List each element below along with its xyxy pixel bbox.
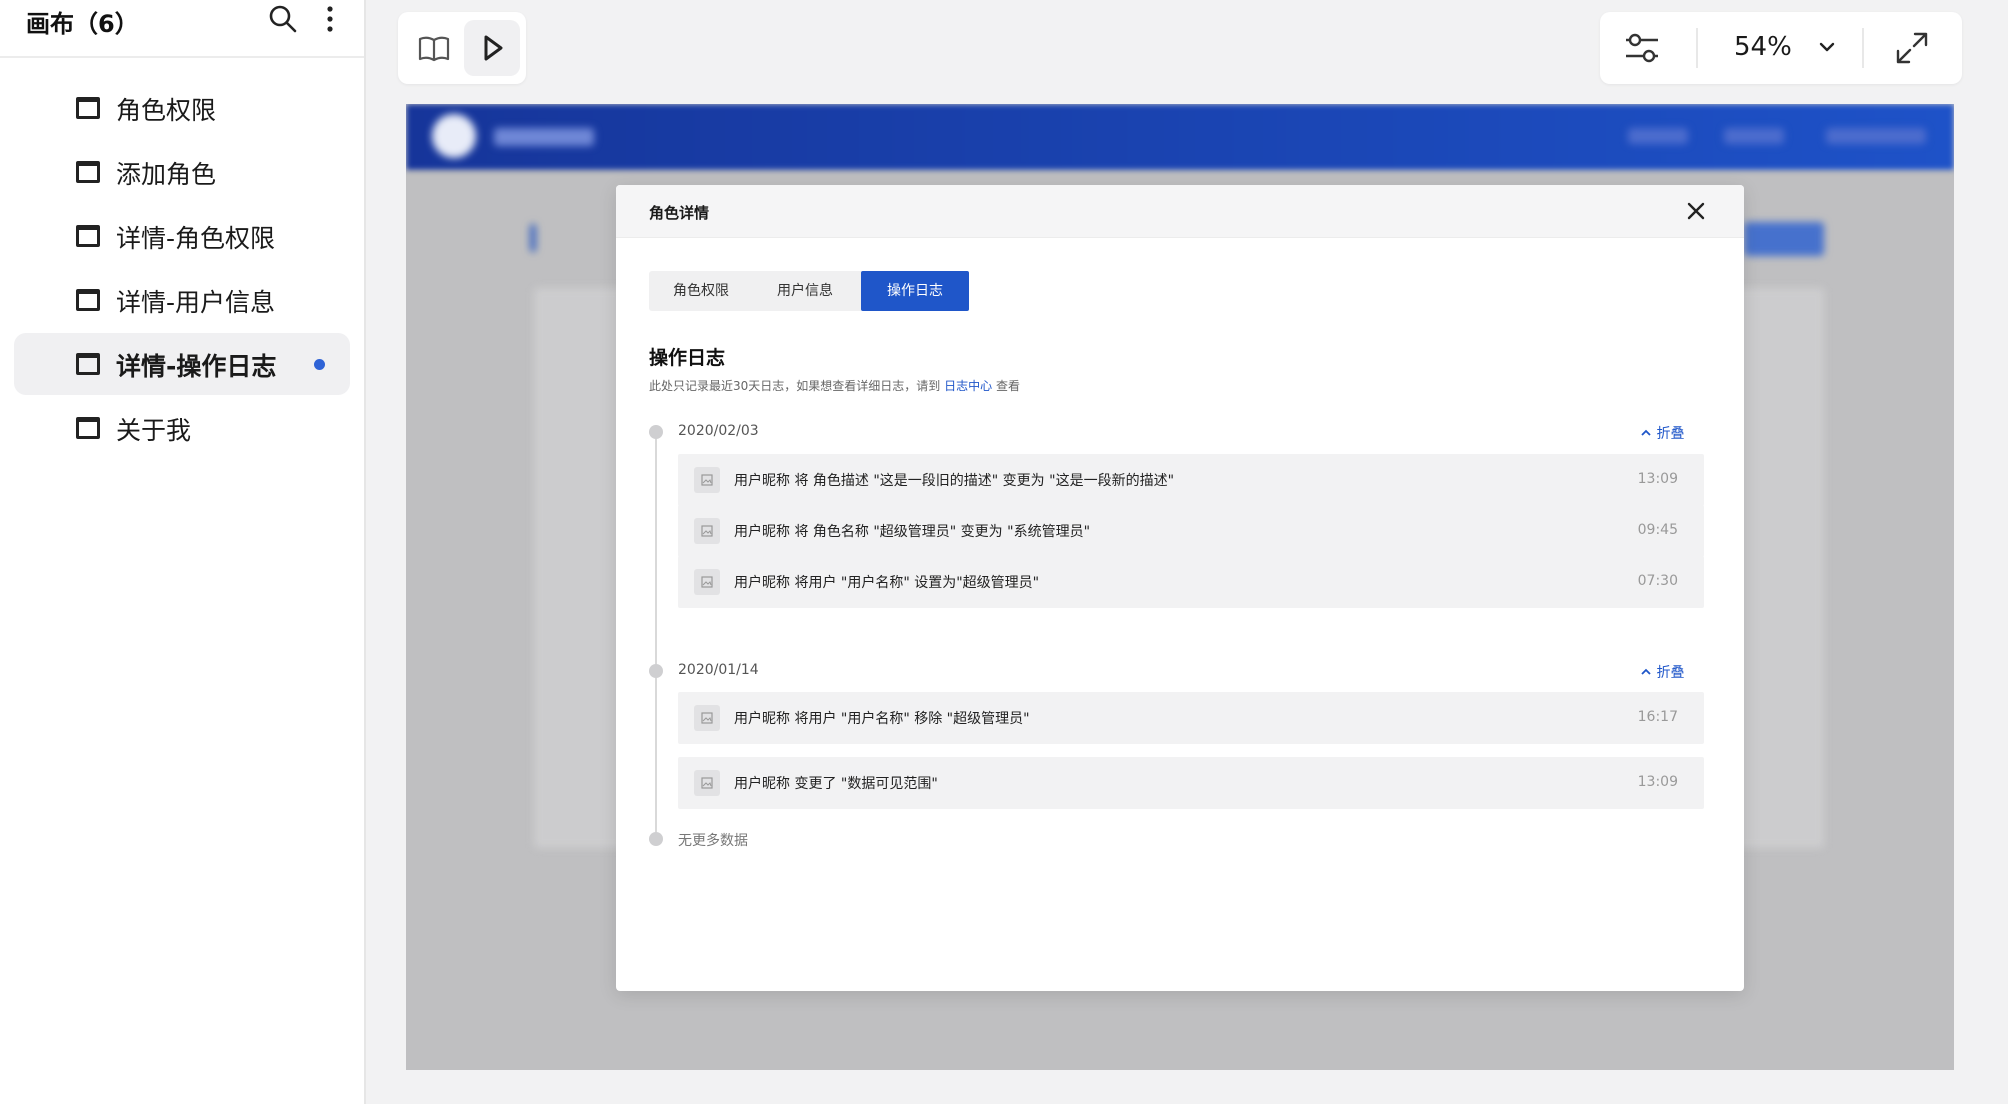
log-entry-text: 用户昵称 将 角色名称 "超级管理员" 变更为 "系统管理员" [734, 524, 1091, 540]
play-button[interactable] [464, 20, 520, 76]
chevron-up-icon [1641, 668, 1651, 675]
canvas-item-role-permissions[interactable]: 角色权限 [14, 77, 350, 139]
frame-icon [76, 353, 100, 375]
section-description: 此处只记录最近30天日志，如果想查看详细日志，请到 日志中心 查看 [649, 377, 1020, 394]
more-vertical-icon[interactable] [318, 2, 342, 36]
preview-toolbar-left [398, 12, 526, 84]
log-entry-text: 用户昵称 将 角色描述 "这是一段旧的描述" 变更为 "这是一段新的描述" [734, 473, 1175, 489]
canvas-item-label: 角色权限 [116, 96, 217, 125]
canvas-sidebar: 画布（6） 角色权限 添加角色 详情-角色权限 详情-用户信息 详情-操作日志 … [0, 0, 366, 1104]
frame-icon [76, 289, 100, 311]
timeline-dot [649, 664, 663, 678]
section-title: 操作日志 [649, 347, 726, 369]
log-entry: 用户昵称 将 角色名称 "超级管理员" 变更为 "系统管理员" 09:45 [678, 505, 1704, 557]
frame-icon [76, 161, 100, 183]
canvas-item-detail-user-info[interactable]: 详情-用户信息 [14, 269, 350, 331]
role-detail-modal: 角色详情 角色权限 用户信息 操作日志 操作日志 此处只记录最近30天日志，如果… [616, 185, 1744, 991]
no-more-data-label: 无更多数据 [678, 833, 748, 849]
play-icon [484, 35, 503, 61]
search-icon[interactable] [266, 2, 300, 36]
image-icon [694, 518, 720, 544]
book-icon[interactable] [412, 26, 456, 70]
log-entry-text: 用户昵称 将用户 "用户名称" 移除 "超级管理员" [734, 711, 1030, 727]
image-icon [694, 467, 720, 493]
collapse-label: 折叠 [1656, 426, 1685, 442]
preview-toolbar-right: 54% [1600, 12, 1962, 84]
tab-operation-log[interactable]: 操作日志 [861, 271, 969, 311]
timeline-line [655, 425, 657, 843]
collapse-toggle[interactable]: 折叠 [1640, 423, 1684, 443]
modal-header: 角色详情 [616, 185, 1744, 238]
log-center-link[interactable]: 日志中心 [944, 379, 992, 393]
canvas-item-label: 详情-角色权限 [116, 224, 276, 253]
modal-title: 角色详情 [649, 204, 710, 222]
log-entry: 用户昵称 将 角色描述 "这是一段旧的描述" 变更为 "这是一段新的描述" 13… [678, 454, 1704, 506]
canvas-item-label: 关于我 [116, 416, 192, 445]
zoom-select[interactable]: 54% [1702, 30, 1842, 66]
toolbar-divider [1862, 28, 1864, 68]
zoom-value: 54% [1734, 32, 1792, 62]
frame-icon [76, 417, 100, 439]
blurred-header-item [1826, 128, 1926, 144]
blurred-header-item [1724, 128, 1784, 144]
tab-user-info[interactable]: 用户信息 [753, 271, 857, 311]
canvas-item-label: 详情-操作日志 [116, 352, 277, 381]
canvas-item-label: 详情-用户信息 [116, 288, 276, 317]
log-entry-text: 用户昵称 变更了 "数据可见范围" [734, 776, 938, 792]
description-text: 查看 [995, 379, 1020, 393]
canvas-item-detail-role-permissions[interactable]: 详情-角色权限 [14, 205, 350, 267]
collapse-label: 折叠 [1656, 665, 1685, 681]
blurred-app-title [494, 128, 594, 146]
canvas-item-label: 添加角色 [116, 160, 217, 189]
log-entry-time: 09:45 [1637, 522, 1678, 538]
blurred-header-item [1628, 128, 1688, 144]
frame-icon [76, 97, 100, 119]
log-entry: 用户昵称 变更了 "数据可见范围" 13:09 [678, 757, 1704, 809]
tab-role-permissions[interactable]: 角色权限 [649, 271, 753, 311]
timeline-dot [649, 425, 663, 439]
detail-tabs: 角色权限 用户信息 操作日志 [649, 271, 969, 311]
fullscreen-icon[interactable] [1892, 28, 1932, 68]
image-icon [694, 569, 720, 595]
blurred-logo [432, 114, 476, 158]
toolbar-divider [1696, 28, 1698, 68]
image-icon [694, 705, 720, 731]
timeline-dot [649, 832, 663, 846]
log-entry-time: 13:09 [1637, 471, 1678, 487]
log-entry-text: 用户昵称 将用户 "用户名称" 设置为"超级管理员" [734, 575, 1040, 591]
frame-icon [76, 225, 100, 247]
timeline-date: 2020/01/14 [678, 662, 759, 678]
canvas-item-detail-operation-log[interactable]: 详情-操作日志 [14, 333, 350, 395]
current-indicator-dot [314, 359, 325, 370]
chevron-down-icon [1816, 36, 1838, 58]
canvas-item-add-role[interactable]: 添加角色 [14, 141, 350, 203]
sidebar-header: 画布（6） [0, 0, 364, 58]
chevron-up-icon [1641, 429, 1651, 436]
image-icon [694, 770, 720, 796]
sidebar-title: 画布（6） [26, 10, 139, 38]
sliders-icon[interactable] [1622, 28, 1662, 68]
close-icon[interactable] [1682, 197, 1710, 225]
log-entry: 用户昵称 将用户 "用户名称" 移除 "超级管理员" 16:17 [678, 692, 1704, 744]
blurred-app-header [406, 104, 1954, 170]
log-entry-time: 07:30 [1637, 573, 1678, 589]
description-text: 此处只记录最近30天日志，如果想查看详细日志，请到 [649, 379, 941, 393]
log-entry-time: 13:09 [1637, 774, 1678, 790]
canvas-item-about-me[interactable]: 关于我 [14, 397, 350, 459]
log-entry: 用户昵称 将用户 "用户名称" 设置为"超级管理员" 07:30 [678, 556, 1704, 608]
log-entry-time: 16:17 [1637, 709, 1678, 725]
collapse-toggle[interactable]: 折叠 [1640, 662, 1684, 682]
timeline-date: 2020/02/03 [678, 423, 759, 439]
